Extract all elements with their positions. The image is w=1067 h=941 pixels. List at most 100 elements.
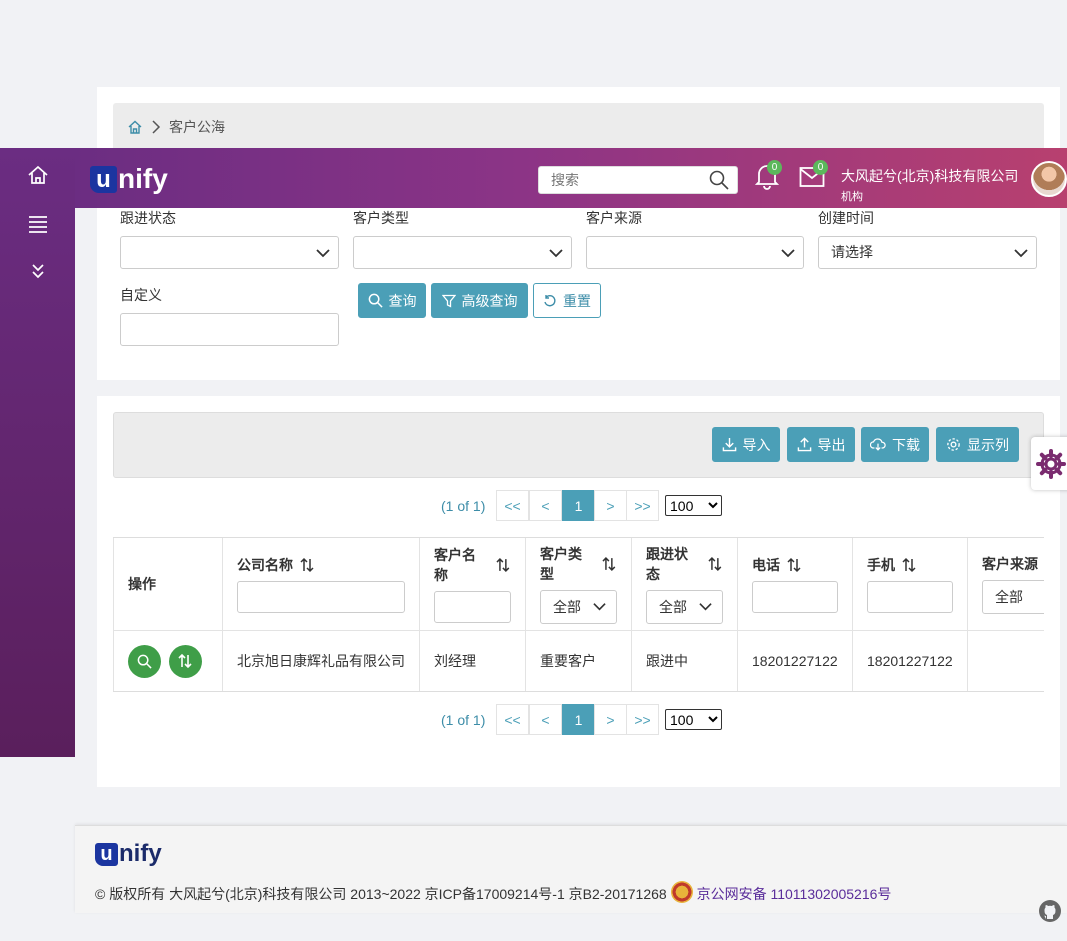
cell-customer: 刘经理 (419, 630, 526, 691)
reset-button-label: 重置 (563, 292, 591, 309)
header-company-label: 公司名称 (237, 556, 293, 573)
query-button[interactable]: 查询 (358, 283, 426, 318)
chevron-down-icon (593, 602, 606, 611)
home-icon[interactable] (127, 119, 143, 135)
header-source-label: 客户来源 (982, 555, 1038, 572)
pager-info: (1 of 1) (441, 712, 486, 728)
sort-customer[interactable]: 客户名称 (434, 545, 511, 585)
show-columns-button[interactable]: 显示列 (936, 427, 1019, 462)
sort-company[interactable]: 公司名称 (237, 555, 405, 575)
sort-source[interactable]: 客户来源 (982, 554, 1044, 574)
theme-settings-button[interactable] (1031, 437, 1067, 490)
double-chevron-down-icon[interactable] (27, 262, 49, 285)
follow-status-select[interactable] (120, 236, 339, 269)
reset-button[interactable]: 重置 (533, 283, 601, 318)
rows-per-page-select[interactable]: 100 (665, 495, 722, 516)
cell-type: 重要客户 (525, 630, 632, 691)
page-1-button[interactable]: 1 (562, 704, 595, 735)
customer-type-select[interactable] (353, 236, 572, 269)
source-filter-value: 全部 (995, 588, 1023, 605)
type-filter-value: 全部 (553, 598, 581, 615)
header-company: 公司名称 (222, 538, 420, 630)
customer-type-field: 客户类型 (353, 208, 572, 269)
custom-input[interactable] (120, 313, 339, 346)
header-customer-label: 客户名称 (434, 546, 476, 583)
logo-mark: u (90, 165, 117, 193)
github-icon[interactable] (1038, 899, 1062, 926)
sort-mobile[interactable]: 手机 (867, 555, 953, 575)
first-page-button[interactable]: << (496, 490, 529, 521)
customers-table: 操作 公司名称 客户名称 客户类型 全部 跟进状态 全部 电话 手机 客户来源 … (113, 537, 1044, 692)
customer-source-label: 客户来源 (586, 210, 642, 226)
sort-icon (496, 557, 510, 572)
advanced-query-button-label: 高级查询 (461, 292, 518, 309)
last-page-label: >> (634, 711, 651, 728)
sort-type[interactable]: 客户类型 (540, 544, 617, 584)
status-filter-select[interactable]: 全部 (646, 589, 723, 624)
first-page-label: << (504, 711, 521, 728)
custom-field: 自定义 (120, 285, 339, 346)
search-input[interactable] (539, 167, 699, 193)
customer-source-field: 客户来源 (586, 208, 804, 269)
messages-button[interactable]: 0 (799, 160, 828, 193)
header-phone: 电话 (737, 538, 853, 630)
view-button[interactable] (128, 644, 161, 678)
next-page-label: > (606, 711, 615, 728)
cell-company: 北京旭日康辉礼品有限公司 (222, 630, 420, 691)
last-page-button[interactable]: >> (626, 490, 659, 521)
notifications-badge: 0 (767, 160, 782, 175)
transfer-button[interactable] (168, 644, 202, 678)
pager-top: (1 of 1) << < 1 > >> 100 (97, 490, 1060, 522)
company-filter-input[interactable] (237, 580, 405, 613)
chevron-down-icon (1014, 249, 1028, 258)
customer-filter-input[interactable] (434, 590, 511, 623)
unify-logo[interactable]: u nify (90, 163, 168, 195)
prev-page-button[interactable]: < (529, 704, 562, 735)
sort-phone[interactable]: 电话 (752, 555, 838, 575)
export-button[interactable]: 导出 (787, 427, 855, 462)
police-record-link[interactable]: 京公网安备 11011302005216号 (697, 886, 892, 902)
created-time-select[interactable]: 请选择 (818, 236, 1037, 269)
avatar[interactable] (1031, 161, 1067, 197)
current-page-label: 1 (574, 497, 583, 514)
logo-text: nify (118, 163, 168, 194)
next-page-button[interactable]: > (594, 490, 627, 521)
menu-icon[interactable] (27, 214, 49, 237)
search-icon[interactable] (709, 170, 729, 190)
rows-per-page-select[interactable]: 100 (665, 709, 722, 730)
import-button-label: 导入 (742, 436, 771, 453)
header-mobile-label: 手机 (867, 556, 895, 573)
follow-status-field: 跟进状态 (120, 208, 339, 269)
company-info[interactable]: 大风起兮(北京)科技有限公司 机构 (841, 166, 1018, 204)
download-button[interactable]: 下载 (861, 427, 929, 462)
custom-label: 自定义 (120, 287, 162, 303)
type-filter-select[interactable]: 全部 (540, 589, 617, 624)
current-page-label: 1 (574, 711, 583, 728)
prev-page-button[interactable]: < (529, 490, 562, 521)
next-page-button[interactable]: > (594, 704, 627, 735)
police-badge-icon (670, 881, 693, 903)
source-filter-select[interactable]: 全部 (982, 579, 1044, 614)
sort-icon (787, 557, 801, 572)
home-icon[interactable] (27, 164, 49, 189)
next-page-label: > (606, 497, 615, 514)
cell-mobile: 18201227122 (852, 630, 968, 691)
header-ops-label: 操作 (128, 575, 156, 592)
sort-icon (902, 557, 916, 572)
phone-filter-input[interactable] (752, 580, 838, 613)
sort-status[interactable]: 跟进状态 (646, 544, 723, 584)
last-page-button[interactable]: >> (626, 704, 659, 735)
user-role: 机构 (841, 191, 863, 203)
notifications-button[interactable]: 0 (754, 160, 782, 193)
page-1-button[interactable]: 1 (562, 490, 595, 521)
advanced-query-button[interactable]: 高级查询 (431, 283, 528, 318)
prev-page-label: < (541, 497, 550, 514)
customer-source-select[interactable] (586, 236, 804, 269)
import-button[interactable]: 导入 (712, 427, 780, 462)
undo-icon (544, 294, 556, 306)
breadcrumb-current: 客户公海 (169, 119, 225, 135)
mobile-filter-input[interactable] (867, 580, 953, 613)
cloud-download-icon (870, 438, 886, 451)
status-filter-value: 全部 (659, 598, 687, 615)
first-page-button[interactable]: << (496, 704, 529, 735)
